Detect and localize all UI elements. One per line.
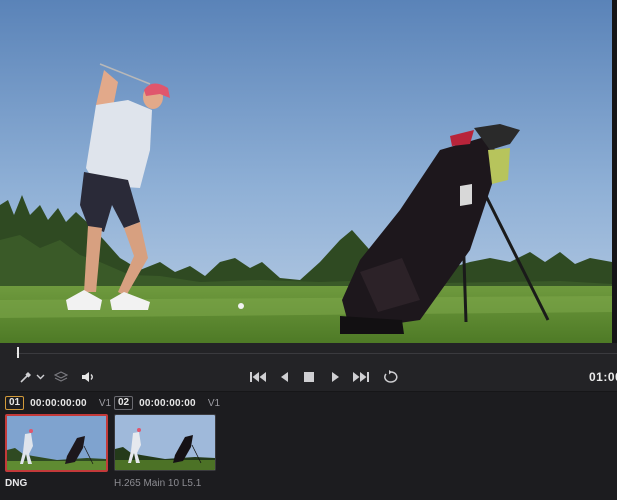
- clip-number: 01: [5, 396, 25, 410]
- layers-icon[interactable]: [52, 369, 70, 385]
- clip-track: V1: [98, 397, 112, 409]
- loop-icon[interactable]: [381, 368, 401, 386]
- play-icon[interactable]: [327, 369, 343, 385]
- clip-header: 02 00:00:00:00 V1: [114, 396, 220, 410]
- viewer-canvas[interactable]: [0, 0, 612, 343]
- viewer-timecode: 01:00:00:00: [589, 370, 617, 384]
- clip-thumbnail[interactable]: [5, 414, 108, 472]
- viewer-border: [612, 0, 617, 343]
- scrub-track[interactable]: [16, 353, 617, 354]
- clip-strip: 01 00:00:00:00 V1 DNG 02 00:00:00:00 V1: [0, 392, 617, 500]
- clip-thumbnail[interactable]: [114, 414, 216, 471]
- clip-timecode: 00:00:00:00: [30, 397, 87, 409]
- transport-bar: [0, 363, 617, 392]
- playhead-handle[interactable]: [17, 347, 19, 358]
- clip-number: 02: [114, 396, 134, 410]
- speaker-icon[interactable]: [78, 369, 98, 385]
- clip-track: V1: [207, 397, 221, 409]
- skip-back-icon[interactable]: [248, 369, 268, 385]
- clip-label: DNG: [5, 478, 28, 489]
- eyedropper-icon[interactable]: [16, 369, 36, 385]
- scrub-bar[interactable]: [0, 343, 617, 363]
- viewer-image: [0, 0, 612, 343]
- skip-forward-icon[interactable]: [351, 369, 371, 385]
- stop-icon[interactable]: [301, 369, 317, 385]
- chevron-down-icon[interactable]: [35, 370, 45, 384]
- step-back-icon[interactable]: [276, 369, 292, 385]
- clip-label: H.265 Main 10 L5.1: [114, 478, 202, 489]
- clip-timecode: 00:00:00:00: [139, 397, 196, 409]
- clip-header: 01 00:00:00:00 V1: [5, 396, 111, 410]
